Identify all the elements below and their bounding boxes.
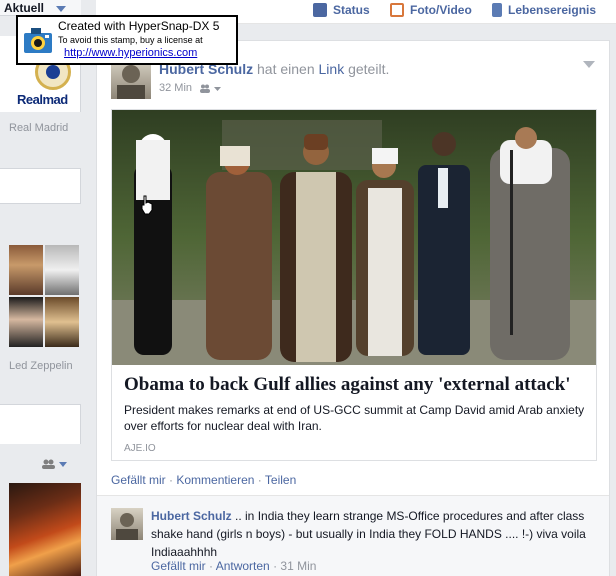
separator: · — [169, 473, 174, 487]
aktuell-dropdown[interactable]: Aktuell — [0, 0, 81, 16]
band-photo — [9, 297, 43, 347]
status-button[interactable]: Status — [313, 3, 370, 17]
real-madrid-wordmark: Realmad — [17, 92, 68, 107]
shared-link-description: President makes remarks at end of US-GCC… — [124, 403, 585, 433]
comment-like-link[interactable]: Gefällt mir — [151, 559, 206, 573]
post-timestamp[interactable]: 32 Min — [159, 82, 192, 94]
post-meta: 32 Min — [159, 82, 222, 94]
stamp-line-1: Created with HyperSnap-DX 5 — [58, 19, 220, 33]
separator: · — [257, 473, 262, 487]
stamp-link[interactable]: http://www.hyperionics.com — [64, 47, 197, 59]
mouse-cursor-icon — [141, 195, 153, 215]
caret-down-icon — [56, 6, 66, 12]
comment-reply-link[interactable]: Antworten — [216, 559, 270, 573]
band-photo — [45, 297, 79, 347]
photo-video-button[interactable]: Foto/Video — [390, 3, 472, 17]
comment-timestamp[interactable]: 31 Min — [280, 559, 316, 573]
comments-section: Hubert Schulz .. in India they learn str… — [97, 495, 609, 576]
post-link-word[interactable]: Link — [319, 61, 345, 77]
movie-poster-image[interactable] — [9, 483, 81, 576]
left-card — [0, 168, 81, 204]
author-avatar[interactable] — [111, 59, 151, 99]
life-event-flag-icon — [492, 3, 502, 17]
photo-video-label: Foto/Video — [410, 3, 472, 17]
share-link[interactable]: Teilen — [265, 473, 296, 487]
stamp-line-2: To avoid this stamp, buy a license at — [58, 35, 203, 45]
hypersnap-watermark-stamp: Created with HyperSnap-DX 5 To avoid thi… — [16, 15, 238, 65]
comment-link[interactable]: Kommentieren — [176, 473, 254, 487]
chevron-down-icon[interactable] — [583, 61, 595, 68]
camera-icon — [24, 28, 52, 53]
audience-friends-icon[interactable] — [200, 84, 222, 93]
aktuell-label: Aktuell — [4, 1, 45, 15]
life-event-button[interactable]: Lebensereignis — [492, 3, 596, 17]
comment-body: Hubert Schulz .. in India they learn str… — [151, 507, 591, 561]
people-icon[interactable] — [42, 459, 68, 469]
post-verb-before: hat einen — [257, 61, 315, 77]
comment-actions: Gefällt mir · Antworten · 31 Min — [151, 559, 316, 573]
comment-author-link[interactable]: Hubert Schulz — [151, 509, 232, 523]
news-feed-post: Hubert Schulz hat einen Link geteilt. 32… — [96, 40, 610, 576]
page-name-real-madrid[interactable]: Real Madrid — [9, 122, 68, 134]
band-photo — [45, 245, 79, 295]
like-link[interactable]: Gefällt mir — [111, 473, 166, 487]
left-card — [0, 404, 81, 444]
post-verb-after: geteilt. — [348, 61, 390, 77]
shared-link-card[interactable]: Obama to back Gulf allies against any 'e… — [111, 109, 597, 461]
life-event-label: Lebensereignis — [508, 3, 597, 17]
shared-link-image[interactable] — [112, 110, 596, 365]
band-photo — [9, 245, 43, 295]
led-zeppelin-photos[interactable] — [9, 245, 81, 348]
separator: · — [273, 559, 278, 573]
shared-link-title[interactable]: Obama to back Gulf allies against any 'e… — [124, 374, 571, 396]
separator: · — [209, 559, 214, 573]
commenter-photo — [116, 513, 138, 540]
status-label: Status — [333, 3, 370, 17]
commenter-avatar[interactable] — [111, 508, 143, 540]
post-actions: Gefällt mir · Kommentieren · Teilen — [111, 473, 296, 487]
left-column: Aktuell Realmad Real Madrid Led Zeppelin — [0, 0, 81, 576]
author-photo — [117, 65, 145, 99]
shared-link-source: AJE.IO — [124, 443, 156, 454]
page-name-led-zeppelin[interactable]: Led Zeppelin — [9, 360, 73, 372]
photo-icon — [390, 3, 404, 17]
summit-photo — [112, 110, 596, 365]
status-pencil-icon — [313, 3, 327, 17]
